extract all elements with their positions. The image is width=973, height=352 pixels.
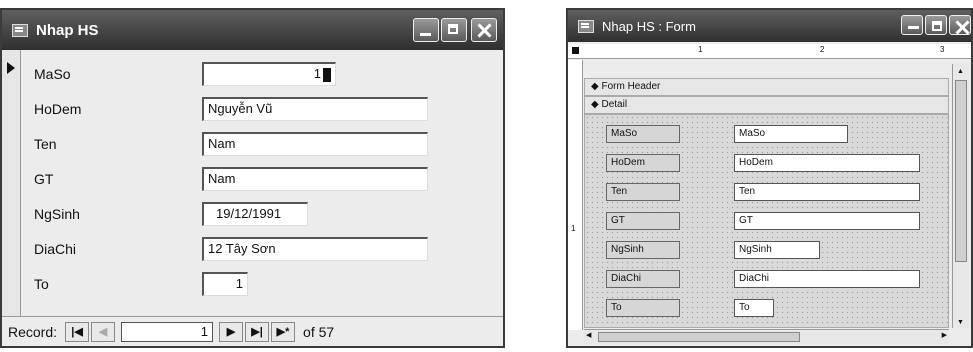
horizontal-scrollbar[interactable]: ◀ ▶ bbox=[584, 329, 949, 344]
vertical-scrollbar[interactable]: ▲ ▼ bbox=[952, 64, 969, 328]
label-maso: MaSo bbox=[34, 66, 71, 82]
close-button[interactable] bbox=[949, 15, 971, 35]
close-button[interactable] bbox=[471, 18, 497, 42]
maximize-button[interactable] bbox=[925, 15, 947, 35]
minimize-button[interactable] bbox=[413, 18, 439, 42]
input-ngsinh[interactable]: 19/12/1991 bbox=[202, 202, 308, 226]
last-record-button[interactable]: ▶| bbox=[245, 321, 270, 342]
maximize-button[interactable] bbox=[441, 18, 467, 42]
design-view-title: Nhap HS : Form bbox=[602, 18, 696, 34]
design-control-ten[interactable]: Ten bbox=[734, 183, 920, 201]
form-header-label: Form Header bbox=[601, 81, 661, 92]
next-record-button[interactable]: ▶ bbox=[219, 321, 244, 342]
first-record-icon: |◀ bbox=[71, 326, 83, 338]
ruler-mark-1: 1 bbox=[698, 45, 703, 54]
form-icon bbox=[578, 19, 594, 33]
design-label-ten[interactable]: Ten bbox=[606, 183, 680, 201]
ruler-mark-3: 3 bbox=[940, 45, 945, 54]
record-number-field[interactable]: 1 bbox=[121, 321, 214, 342]
detail-band[interactable]: ◆ Detail bbox=[584, 96, 949, 114]
ruler-mark-2: 2 bbox=[820, 45, 825, 54]
detail-label: Detail bbox=[601, 99, 628, 110]
last-record-icon: ▶| bbox=[251, 326, 263, 338]
design-view-window: Nhap HS : Form 1 2 3 1 ◆ Form Header ◆ D… bbox=[566, 8, 973, 348]
design-control-maso[interactable]: MaSo bbox=[734, 125, 848, 143]
scroll-left-icon: ◀ bbox=[586, 332, 592, 339]
label-diachi: DiaChi bbox=[34, 241, 77, 257]
record-selector[interactable] bbox=[2, 50, 21, 316]
label-gt: GT bbox=[34, 171, 54, 187]
input-gt[interactable]: Nam bbox=[202, 167, 428, 191]
next-record-icon: ▶ bbox=[226, 326, 236, 338]
design-control-gt[interactable]: GT bbox=[734, 212, 920, 230]
label-to: To bbox=[34, 276, 49, 292]
vruler-mark-1: 1 bbox=[571, 224, 576, 233]
previous-record-icon: ◀ bbox=[98, 326, 108, 338]
vertical-scroll-thumb[interactable] bbox=[955, 80, 967, 262]
horizontal-ruler: 1 2 3 bbox=[568, 44, 971, 59]
design-control-diachi[interactable]: DiaChi bbox=[734, 270, 920, 288]
input-hodem[interactable]: Nguyễn Vũ bbox=[202, 97, 428, 121]
scroll-right-icon: ▶ bbox=[941, 332, 947, 339]
horizontal-scroll-thumb[interactable] bbox=[598, 332, 800, 342]
label-hodem: HoDem bbox=[34, 101, 82, 117]
form-icon bbox=[12, 23, 28, 37]
record-total: of 57 bbox=[303, 323, 335, 340]
input-maso-value: 1 bbox=[313, 66, 321, 81]
design-label-gt[interactable]: GT bbox=[606, 212, 680, 230]
vertical-ruler: 1 bbox=[568, 60, 583, 330]
scroll-down-icon: ▼ bbox=[957, 319, 964, 326]
form-header-band[interactable]: ◆ Form Header bbox=[584, 78, 949, 96]
record-navigation-bar: Record: |◀ ◀ 1 ▶ ▶| ▶* of 57 bbox=[2, 316, 503, 346]
ruler-corner-icon bbox=[572, 47, 579, 54]
form-view-title: Nhap HS bbox=[36, 21, 99, 39]
previous-record-button[interactable]: ◀ bbox=[91, 321, 116, 342]
input-to[interactable]: 1 bbox=[202, 272, 248, 296]
form-view-window: Nhap HS MaSo 1 HoDem Nguyễn Vũ Ten Nam G… bbox=[0, 8, 505, 348]
input-maso[interactable]: 1 bbox=[202, 62, 336, 86]
design-control-hodem[interactable]: HoDem bbox=[734, 154, 920, 172]
label-ngsinh: NgSinh bbox=[34, 206, 80, 222]
current-record-arrow-icon bbox=[7, 62, 15, 74]
design-label-diachi[interactable]: DiaChi bbox=[606, 270, 680, 288]
form-view-titlebar[interactable]: Nhap HS bbox=[2, 10, 503, 50]
input-diachi[interactable]: 12 Tây Sơn bbox=[202, 237, 428, 261]
design-label-maso[interactable]: MaSo bbox=[606, 125, 680, 143]
input-ten[interactable]: Nam bbox=[202, 132, 428, 156]
first-record-button[interactable]: |◀ bbox=[65, 321, 90, 342]
design-label-hodem[interactable]: HoDem bbox=[606, 154, 680, 172]
minimize-button[interactable] bbox=[901, 15, 923, 35]
new-record-icon: ▶* bbox=[276, 326, 290, 338]
design-label-ngsinh[interactable]: NgSinh bbox=[606, 241, 680, 259]
text-cursor-icon bbox=[323, 67, 331, 82]
design-view-titlebar[interactable]: Nhap HS : Form bbox=[568, 10, 971, 42]
design-label-to[interactable]: To bbox=[606, 299, 680, 317]
design-control-to[interactable]: To bbox=[734, 299, 774, 317]
design-control-ngsinh[interactable]: NgSinh bbox=[734, 241, 820, 259]
label-ten: Ten bbox=[34, 136, 57, 152]
scroll-up-icon: ▲ bbox=[957, 68, 964, 75]
record-label: Record: bbox=[8, 323, 58, 340]
new-record-button[interactable]: ▶* bbox=[271, 321, 296, 342]
